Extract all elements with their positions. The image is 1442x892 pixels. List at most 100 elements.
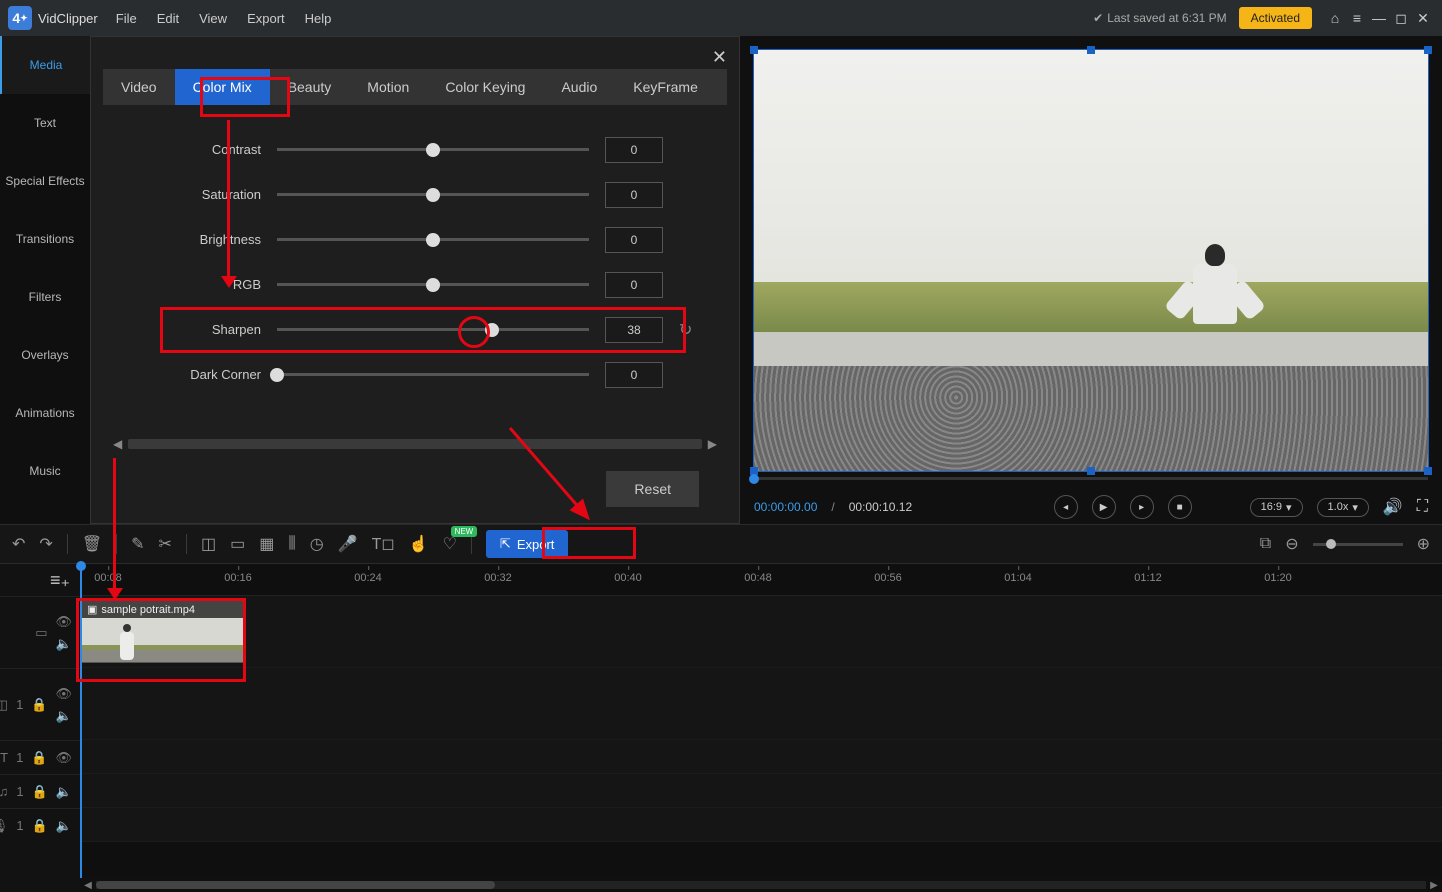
tab-beauty[interactable]: Beauty — [270, 69, 350, 105]
lock-icon[interactable]: 🔒 — [31, 750, 47, 766]
reset-button[interactable]: Reset — [606, 471, 699, 507]
playhead[interactable] — [80, 564, 82, 892]
dark-corner-slider[interactable] — [277, 373, 589, 376]
timeline-body[interactable]: 00:08 00:16 00:24 00:32 00:40 00:48 00:5… — [80, 564, 1442, 892]
overlay-track-header[interactable]: ◫ 1 🔒 👁 🔈 — [0, 668, 80, 740]
next-frame-button[interactable]: ▸ — [1130, 495, 1154, 519]
heart-icon[interactable]: ♡NEW — [443, 534, 457, 554]
sidebar-item-animations[interactable]: Animations — [0, 384, 90, 442]
stats-icon[interactable]: ⫼ — [288, 535, 295, 553]
scissors-icon[interactable]: ✂ — [159, 534, 172, 554]
window-maximize-icon[interactable]: ◻ — [1390, 10, 1412, 27]
voice-track[interactable] — [80, 808, 1442, 842]
timeline-menu-icon[interactable]: ≡₊ — [0, 564, 80, 596]
volume-icon[interactable]: 🔈 — [56, 818, 72, 834]
resize-handle[interactable] — [1087, 46, 1095, 54]
home-icon[interactable]: ⌂ — [1324, 10, 1346, 26]
overlay-track[interactable] — [80, 668, 1442, 740]
sharpen-slider[interactable] — [277, 328, 589, 331]
eye-icon[interactable]: 👁 — [55, 750, 72, 766]
sidebar-item-text[interactable]: Text — [0, 94, 90, 152]
undo-icon[interactable]: ↶ — [12, 534, 25, 554]
tab-audio[interactable]: Audio — [543, 69, 615, 105]
timeline-h-scrollbar[interactable]: ◀ ▶ — [80, 878, 1442, 892]
menu-help[interactable]: Help — [305, 11, 332, 26]
menu-export[interactable]: Export — [247, 11, 285, 26]
preview-canvas[interactable] — [754, 50, 1428, 471]
brightness-value[interactable]: 0 — [605, 227, 663, 253]
scroll-left-icon[interactable]: ◀ — [107, 437, 128, 451]
lock-icon[interactable]: 🔒 — [31, 697, 47, 713]
sidebar-item-special-effects[interactable]: Special Effects — [0, 152, 90, 210]
zoom-out-icon[interactable]: ⊖ — [1285, 534, 1298, 554]
text-track-header[interactable]: T 1 🔒 👁 — [0, 740, 80, 774]
text-track[interactable] — [80, 740, 1442, 774]
voice-track-header[interactable]: 🎙 1 🔒 🔈 — [0, 808, 80, 842]
snapshot-icon[interactable]: ⧉ — [1260, 535, 1271, 553]
edit-icon[interactable]: ✎ — [131, 534, 144, 554]
saturation-value[interactable]: 0 — [605, 182, 663, 208]
zoom-in-icon[interactable]: ⊕ — [1417, 534, 1430, 554]
sidebar-item-music[interactable]: Music — [0, 442, 90, 500]
video-clip[interactable]: ▣ sample potrait.mp4 — [80, 600, 244, 663]
resize-handle[interactable] — [1424, 46, 1432, 54]
saturation-slider[interactable] — [277, 193, 589, 196]
rgb-value[interactable]: 0 — [605, 272, 663, 298]
resize-handle[interactable] — [750, 46, 758, 54]
contrast-slider[interactable] — [277, 148, 589, 151]
delete-icon[interactable]: 🗑 — [82, 534, 102, 554]
playback-speed-selector[interactable]: 1.0x▾ — [1317, 498, 1369, 517]
hand-icon[interactable]: ☝ — [409, 534, 429, 554]
timeline-ruler[interactable]: 00:08 00:16 00:24 00:32 00:40 00:48 00:5… — [80, 564, 1442, 596]
sharpen-value[interactable]: 38 — [605, 317, 663, 343]
video-track[interactable]: ▣ sample potrait.mp4 — [80, 596, 1442, 668]
resize-handle[interactable] — [1087, 467, 1095, 475]
tab-keyframe[interactable]: KeyFrame — [615, 69, 716, 105]
preview-seek-bar[interactable] — [754, 477, 1428, 480]
microphone-icon[interactable]: 🎤 — [338, 534, 358, 554]
tab-motion[interactable]: Motion — [349, 69, 427, 105]
stop-button[interactable]: ■ — [1168, 495, 1192, 519]
tab-video[interactable]: Video — [103, 69, 175, 105]
window-close-icon[interactable]: ✕ — [1412, 10, 1434, 27]
video-track-header[interactable]: ▭ 👁 🔈 — [0, 596, 80, 668]
menu-edit[interactable]: Edit — [157, 11, 179, 26]
close-icon[interactable]: ✕ — [712, 47, 727, 68]
audio-track[interactable] — [80, 774, 1442, 808]
mosaic-icon[interactable]: ▦ — [259, 534, 274, 554]
aspect-icon[interactable]: ▭ — [230, 534, 245, 554]
redo-icon[interactable]: ↷ — [39, 534, 52, 554]
resize-handle[interactable] — [1424, 467, 1432, 475]
eye-icon[interactable]: 👁 — [55, 614, 72, 630]
hamburger-icon[interactable]: ≡ — [1346, 10, 1368, 26]
volume-icon[interactable]: 🔈 — [56, 784, 72, 800]
eye-icon[interactable]: 👁 — [55, 686, 72, 702]
sidebar-item-media[interactable]: Media — [0, 36, 90, 94]
rgb-slider[interactable] — [277, 283, 589, 286]
sharpen-reset-icon[interactable]: ↻ — [679, 320, 699, 340]
scroll-left-icon[interactable]: ◀ — [80, 880, 96, 891]
sidebar-item-transitions[interactable]: Transitions — [0, 210, 90, 268]
activated-button[interactable]: Activated — [1239, 7, 1312, 29]
export-button[interactable]: ⇱ Export — [486, 530, 568, 558]
play-button[interactable]: ▶ — [1092, 495, 1116, 519]
tab-color-keying[interactable]: Color Keying — [427, 69, 543, 105]
window-minimize-icon[interactable]: — — [1368, 10, 1390, 26]
scroll-right-icon[interactable]: ▶ — [702, 437, 723, 451]
volume-icon[interactable]: 🔊 — [1383, 497, 1403, 517]
lock-icon[interactable]: 🔒 — [32, 784, 48, 800]
dark-corner-value[interactable]: 0 — [605, 362, 663, 388]
scroll-right-icon[interactable]: ▶ — [1426, 880, 1442, 891]
lock-icon[interactable]: 🔒 — [32, 818, 48, 834]
aspect-ratio-selector[interactable]: 16:9▾ — [1250, 498, 1303, 517]
volume-icon[interactable]: 🔈 — [55, 636, 72, 652]
text-icon[interactable]: T◻ — [372, 534, 395, 554]
sidebar-item-filters[interactable]: Filters — [0, 268, 90, 326]
crop-icon[interactable]: ◫ — [201, 534, 216, 554]
clock-icon[interactable]: ◷ — [310, 534, 324, 554]
prev-frame-button[interactable]: ◂ — [1054, 495, 1078, 519]
audio-track-header[interactable]: ♫ 1 🔒 🔈 — [0, 774, 80, 808]
volume-icon[interactable]: 🔈 — [55, 708, 72, 724]
menu-view[interactable]: View — [199, 11, 227, 26]
zoom-slider[interactable] — [1313, 543, 1403, 546]
